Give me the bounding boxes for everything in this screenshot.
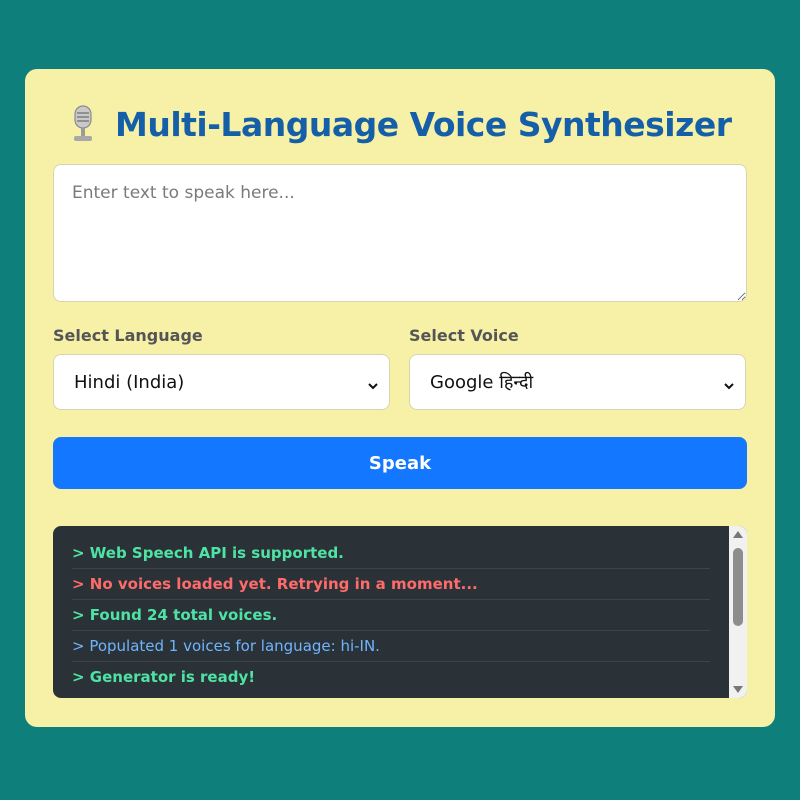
chevron-down-icon	[723, 376, 735, 390]
status-log[interactable]: > Web Speech API is supported. > No voice…	[53, 526, 747, 698]
log-line: > No voices loaded yet. Retrying in a mo…	[72, 569, 710, 600]
voice-select[interactable]: Google हिन्दी	[409, 354, 746, 410]
scroll-up-arrow-icon[interactable]	[733, 531, 743, 538]
log-line: > Web Speech API is supported.	[72, 538, 710, 569]
voice-selected-value: Google हिन्दी	[430, 372, 534, 393]
microphone-icon	[67, 104, 99, 144]
language-label: Select Language	[53, 326, 203, 345]
log-line: > Found 24 total voices.	[72, 600, 710, 631]
header: Multi-Language Voice Synthesizer	[67, 103, 732, 145]
speak-button[interactable]: Speak	[53, 437, 747, 489]
scroll-down-arrow-icon[interactable]	[733, 686, 743, 693]
synthesizer-card: Multi-Language Voice Synthesizer Select …	[25, 69, 775, 727]
log-scrollbar[interactable]	[729, 526, 747, 698]
log-line: > Generator is ready!	[72, 668, 256, 686]
text-to-speak-input[interactable]	[53, 164, 747, 302]
chevron-down-icon	[367, 376, 379, 390]
language-select[interactable]: Hindi (India)	[53, 354, 390, 410]
scroll-thumb[interactable]	[733, 548, 743, 626]
log-line: > Populated 1 voices for language: hi-IN…	[72, 631, 710, 662]
log-lines: > Web Speech API is supported. > No voice…	[72, 538, 710, 692]
voice-label: Select Voice	[409, 326, 519, 345]
page-title: Multi-Language Voice Synthesizer	[115, 104, 732, 144]
language-selected-value: Hindi (India)	[74, 371, 185, 393]
text-input-wrapper	[53, 164, 747, 302]
